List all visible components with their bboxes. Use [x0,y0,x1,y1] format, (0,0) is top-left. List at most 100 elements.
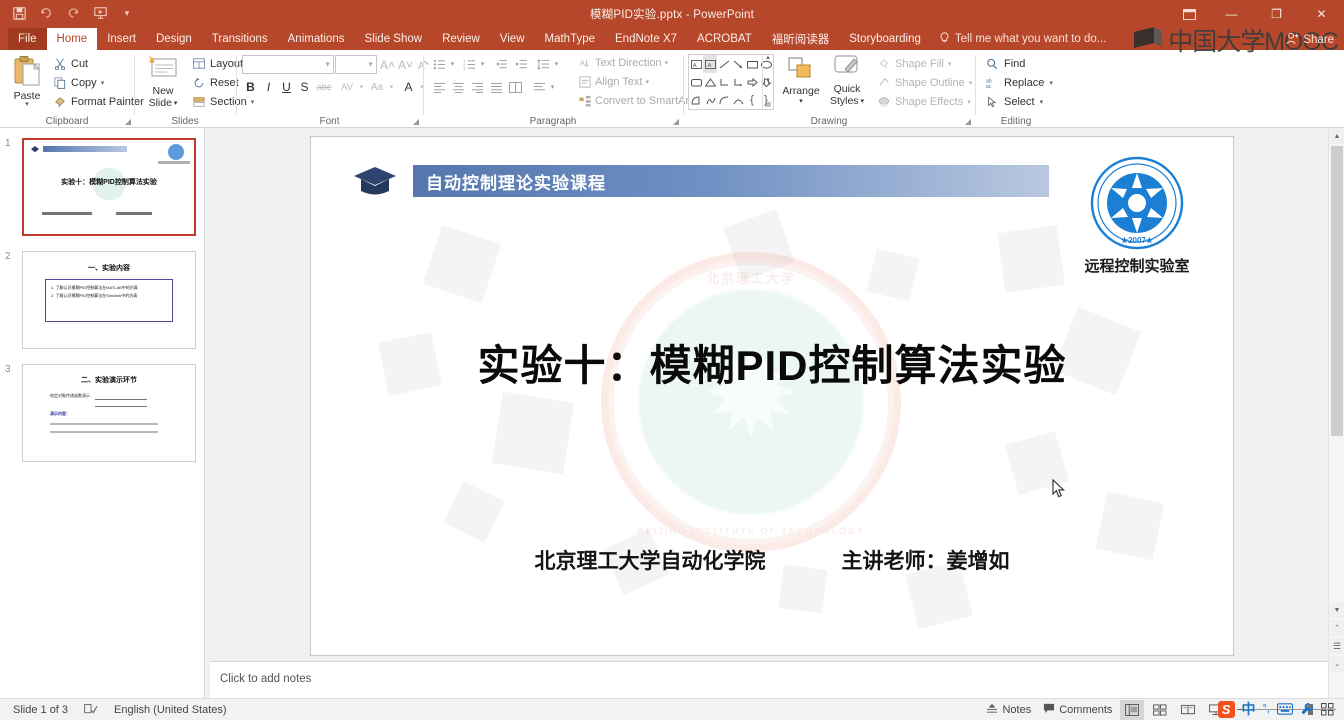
chevron-down-icon[interactable]: ▾ [548,78,557,96]
select-button[interactable]: Select ▾ [982,92,1046,111]
ribbon-display-options-icon[interactable] [1169,0,1209,28]
close-button[interactable]: ✕ [1299,0,1344,28]
chevron-down-icon[interactable]: ▾ [101,79,105,87]
wrench-icon[interactable] [1300,702,1314,716]
tab-transitions[interactable]: Transitions [202,28,278,50]
tab-foxit-reader[interactable]: 福昕阅读器 [762,28,840,50]
convert-to-smartart-button[interactable]: Convert to SmartArt ▾ [576,92,701,110]
shape-curve-icon[interactable] [717,91,731,109]
shape-right-angle-icon[interactable] [717,73,731,91]
tab-file[interactable]: File [8,28,47,50]
shape-right-arrow-icon[interactable] [745,73,759,91]
scroll-up-icon[interactable]: ▲ [1329,128,1344,144]
shapes-gallery-scrollbar[interactable]: ▲ ▼ ▤ [762,55,773,109]
font-dialog-launcher[interactable]: ◢ [413,117,419,126]
ime-mode-chinese[interactable]: 中 [1242,699,1256,719]
replace-button[interactable]: ab ac Replace ▾ [982,73,1056,92]
tab-design[interactable]: Design [146,28,202,50]
align-right-icon[interactable] [468,78,486,96]
slide-navigation-icon[interactable]: ☰ [1329,638,1344,654]
chevron-down-icon[interactable]: ▾ [948,60,952,68]
scroll-down-icon[interactable]: ▼ [1329,602,1344,618]
thumbnail-slide-1[interactable]: 1 实验十：模糊PID控制算法实验 [5,138,196,236]
shape-line-icon[interactable] [717,55,731,73]
shape-rounded-rect-icon[interactable] [689,73,703,91]
numbering-icon[interactable]: 123 [460,55,478,73]
scroll-up-icon[interactable]: ▲ [765,55,771,61]
chevron-down-icon[interactable]: ▾ [665,59,669,67]
vertical-scrollbar[interactable]: ▲ ▼ ⌃ ☰ ⌄ [1328,128,1344,698]
chevron-down-icon[interactable]: ▾ [1040,98,1044,106]
ime-punctuation-toggle[interactable]: °, [1263,703,1270,715]
shape-fill-button[interactable]: Shape Fill ▾ [874,54,954,73]
shapes-gallery[interactable]: A A {} ▲ ▼ ▤ [688,54,774,110]
tab-review[interactable]: Review [432,28,490,50]
thumbnail-preview[interactable]: 一、实验内容 1. 了解认识模糊PID控制算法在MATLAB中的仿真 2. 了解… [22,251,196,349]
chevron-down-icon[interactable]: ▾ [387,77,396,97]
bold-icon[interactable]: B [242,77,259,97]
line-spacing-icon[interactable] [534,55,552,73]
chevron-down-icon[interactable]: ▾ [799,97,803,105]
character-spacing-icon[interactable]: AV [336,77,358,97]
shape-vertical-textbox-icon[interactable]: A [703,55,717,73]
shape-elbow-connector-icon[interactable] [731,73,745,91]
format-painter-button[interactable]: Format Painter [50,92,147,111]
scrollbar-thumb[interactable] [1331,146,1343,436]
tab-acrobat[interactable]: ACROBAT [687,28,762,50]
thumbnail-preview[interactable]: 二、实验演示环节 给定对象传递函数演示 演示内容： [22,364,196,462]
tab-storyboarding[interactable]: Storyboarding [839,28,931,50]
slide-counter[interactable]: Slide 1 of 3 [9,700,72,720]
gallery-more-icon[interactable]: ▤ [765,101,771,108]
chevron-down-icon[interactable]: ▾ [646,78,650,86]
quick-styles-button[interactable]: Quick Styles ▾ [826,53,868,115]
current-slide[interactable]: ✹ 北京理工大学 BEIJING INSTITUTE OF TECHNOLOGY… [310,136,1234,656]
sogou-logo-icon[interactable]: S [1217,700,1235,718]
language-indicator[interactable]: English (United States) [110,700,231,720]
font-size-combo[interactable]: ▼ [335,55,377,74]
tab-view[interactable]: View [490,28,535,50]
spellcheck-icon[interactable] [80,700,102,720]
drawing-dialog-launcher[interactable]: ◢ [965,117,971,126]
copy-button[interactable]: Copy ▾ [50,73,107,92]
increase-indent-icon[interactable] [512,55,530,73]
new-slide-button[interactable]: New Slide ▾ [139,53,187,115]
reset-button[interactable]: Reset [189,73,242,92]
chevron-down-icon[interactable]: ▾ [552,55,561,73]
sogou-ime-toolbar[interactable]: S 中 °, [1215,699,1337,719]
ime-extensions-icon[interactable] [1321,702,1334,716]
thumbnail-preview[interactable]: 实验十：模糊PID控制算法实验 [22,138,196,236]
shape-rectangle-icon[interactable] [745,55,759,73]
chevron-down-icon[interactable]: ▼ [367,61,374,68]
tab-endnote[interactable]: EndNote X7 [605,28,687,50]
tab-slide-show[interactable]: Slide Show [355,28,433,50]
shape-effects-button[interactable]: Shape Effects ▾ [874,92,974,111]
arrange-button[interactable]: Arrange ▾ [780,53,822,115]
comments-button[interactable]: Comments [1039,700,1116,720]
shape-pentagon-icon[interactable] [689,91,703,109]
chevron-down-icon[interactable]: ▾ [1049,79,1053,87]
chevron-down-icon[interactable]: ▾ [967,98,971,106]
keyboard-icon[interactable] [1277,703,1293,715]
columns-icon[interactable] [506,78,524,96]
find-button[interactable]: Find [982,54,1028,73]
text-columns-icon[interactable] [530,78,548,96]
align-center-icon[interactable] [449,78,467,96]
font-color-icon[interactable]: A [400,77,417,97]
chevron-down-icon[interactable]: ▾ [357,77,366,97]
paste-button[interactable]: Paste ▾ [6,53,48,113]
tab-insert[interactable]: Insert [97,28,146,50]
chevron-down-icon[interactable]: ▾ [478,55,487,73]
clipboard-dialog-launcher[interactable]: ◢ [125,117,131,126]
justify-icon[interactable] [487,78,505,96]
shape-outline-button[interactable]: Shape Outline ▾ [874,73,975,92]
tab-home[interactable]: Home [46,28,98,50]
tab-animations[interactable]: Animations [278,28,355,50]
shape-textbox-icon[interactable]: A [689,55,703,73]
chevron-down-icon[interactable]: ▾ [969,79,973,87]
notes-pane[interactable]: Click to add notes [210,661,1328,698]
align-text-button[interactable]: Align Text ▾ [576,73,651,91]
slide-main-title[interactable]: 实验十：模糊PID控制算法实验 [311,332,1233,393]
normal-view-icon[interactable] [1120,699,1145,720]
chevron-down-icon[interactable]: ▾ [25,100,29,108]
shape-arc-icon[interactable] [731,91,745,109]
